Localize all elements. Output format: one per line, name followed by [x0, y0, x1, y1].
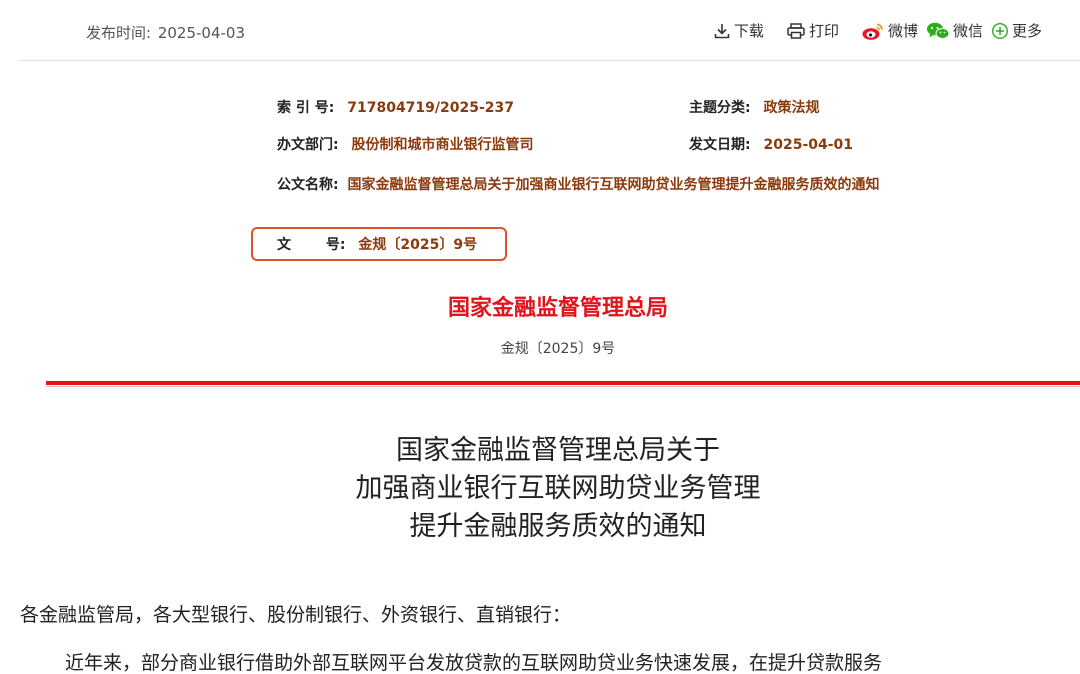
weibo-icon: [862, 23, 883, 40]
article-page: 发布时间: 2025-04-03 下载 打印 微博 微信 更多 索 引 号: 7…: [0, 0, 1080, 674]
department-value: 股份制和城市商业银行监管司: [351, 137, 534, 153]
topic-label: 主题分类:: [689, 100, 751, 116]
issuer-heading: 国家金融监督管理总局: [447, 296, 668, 321]
share-actions: 下载 打印 微博 微信 更多: [691, 20, 1042, 41]
red-divider-shadow: [46, 386, 1080, 387]
article-toolbar: 发布时间: 2025-04-03 下载 打印 微博 微信 更多: [0, 0, 1080, 60]
print-button[interactable]: 打印: [786, 20, 839, 41]
index-number-row: 索 引 号: 717804719/2025-237: [277, 98, 514, 118]
download-icon: [714, 23, 730, 38]
document-title: 国家金融监督管理总局关于 加强商业银行互联网助贷业务管理 提升金融服务质效的通知: [0, 432, 1080, 546]
body-paragraph: 近年来，部分商业银行借助外部互联网平台发放贷款的互联网助贷业务快速发展，在提升贷…: [65, 652, 883, 674]
publish-date: 2025-04-03: [157, 24, 246, 42]
toolbar-divider: [18, 60, 1080, 61]
wechat-icon: [926, 22, 950, 39]
issuer-doc-number: 金规〔2025〕9号: [500, 341, 616, 357]
document-name-row: 公文名称: 国家金融监督管理总局关于加强商业银行互联网助贷业务管理提升金融服务质…: [277, 173, 917, 197]
title-line-2: 加强商业银行互联网助贷业务管理: [355, 473, 761, 504]
document-name-label: 公文名称:: [277, 177, 339, 193]
wechat-label: 微信: [952, 22, 983, 40]
download-label: 下载: [733, 22, 764, 40]
wechat-share-button[interactable]: 微信: [926, 20, 983, 41]
more-label: 更多: [1011, 22, 1042, 40]
document-name-value: 国家金融监督管理总局关于加强商业银行互联网助贷业务管理提升金融服务质效的通知: [347, 177, 880, 193]
title-line-1: 国家金融监督管理总局关于: [396, 435, 720, 466]
red-divider: [46, 381, 1080, 385]
index-number-value: 717804719/2025-237: [347, 100, 515, 116]
plus-circle-icon: [991, 22, 1008, 39]
issue-date-label: 发文日期:: [689, 137, 751, 153]
more-share-button[interactable]: 更多: [991, 20, 1042, 41]
topic-value: 政策法规: [763, 100, 820, 116]
publish-label: 发布时间:: [86, 24, 152, 42]
download-button[interactable]: 下载: [713, 20, 764, 41]
issue-date-row: 发文日期: 2025-04-01: [689, 135, 853, 155]
department-label: 办文部门:: [277, 137, 339, 153]
weibo-label: 微博: [887, 22, 918, 40]
title-line-3: 提升金融服务质效的通知: [409, 511, 707, 542]
salutation: 各金融监管局，各大型银行、股份制银行、外资银行、直销银行：: [20, 604, 572, 626]
weibo-share-button[interactable]: 微博: [861, 20, 918, 41]
printer-icon: [787, 22, 805, 39]
issue-date-value: 2025-04-01: [763, 137, 854, 153]
print-label: 打印: [808, 22, 839, 40]
document-number-highlight: [251, 227, 507, 261]
topic-row: 主题分类: 政策法规: [689, 98, 819, 118]
department-row: 办文部门: 股份制和城市商业银行监管司: [277, 135, 533, 155]
publish-info: 发布时间: 2025-04-03: [86, 22, 245, 43]
index-number-label: 索 引 号:: [277, 100, 335, 116]
